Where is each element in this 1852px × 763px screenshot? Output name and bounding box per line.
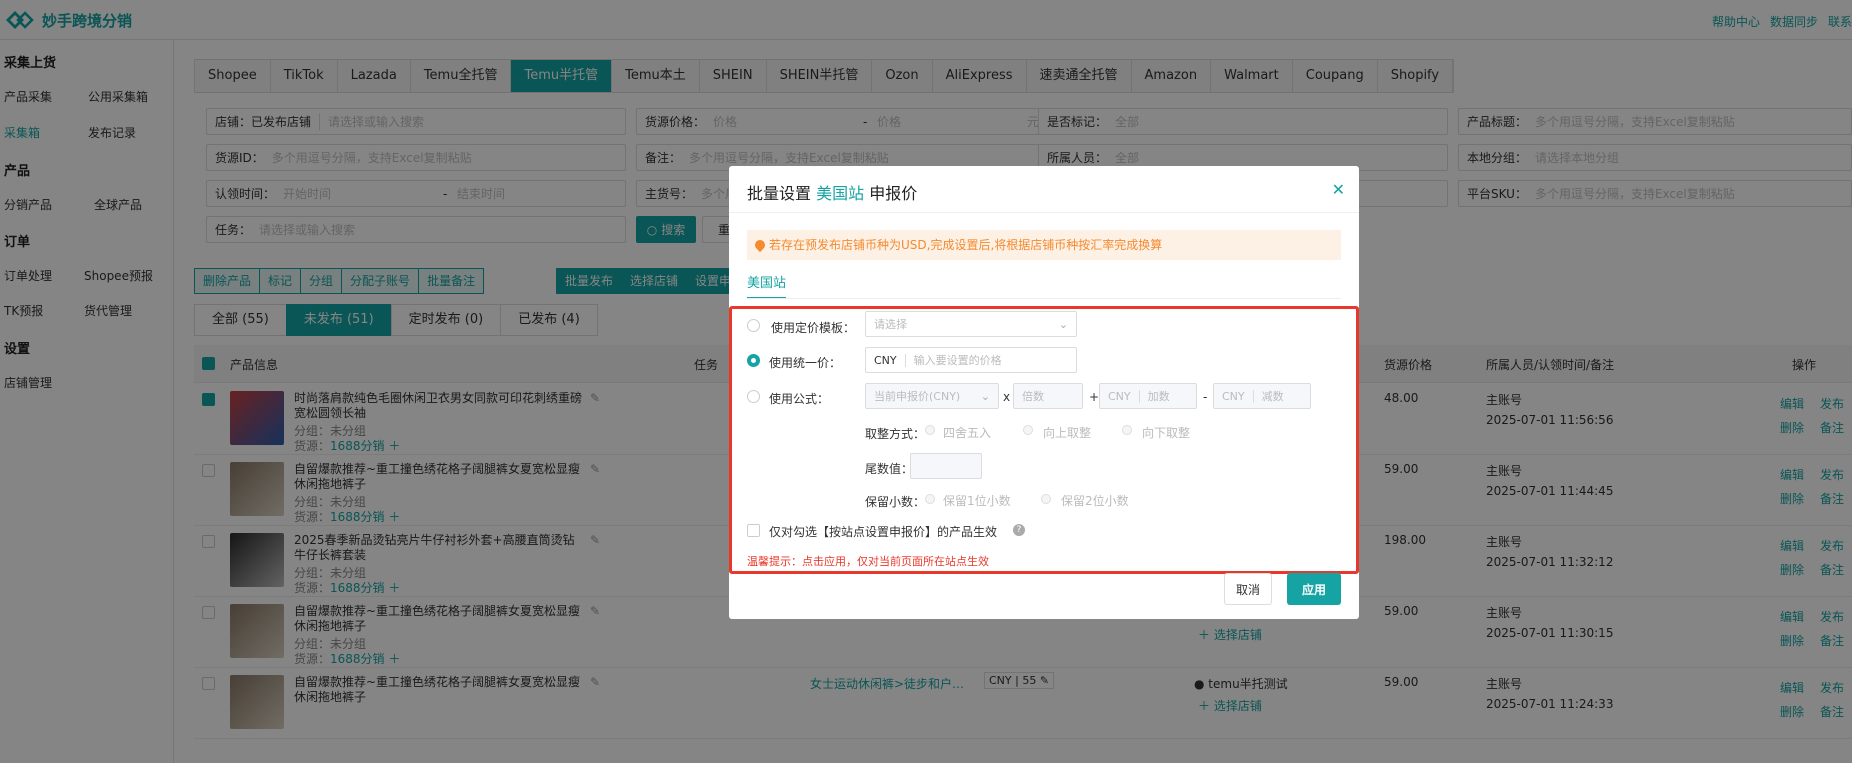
unified-price-radio[interactable] [747,354,760,367]
site-only-checkbox[interactable] [747,524,760,537]
formula-base-select[interactable]: 当前申报价(CNY) ⌄ [865,383,999,409]
warning-tip: 温馨提示：点击应用，仅对当前页面所在站点生效 [747,555,989,568]
template-radio[interactable] [747,319,760,332]
round-down-radio[interactable] [1122,425,1132,435]
formula-times-sign: x [1003,390,1011,404]
round-label: 取整方式： [865,427,926,441]
help-icon[interactable]: ? [1013,524,1025,536]
modal-divider [729,212,1359,213]
currency-notice: 若存在预发布店铺币种为USD,完成设置后,将根据店铺币种按汇率完成换算 [747,230,1341,260]
formula-sub-input[interactable]: CNY 减数 [1213,383,1311,409]
modal-tab-divider [747,298,1341,299]
cancel-button[interactable]: 取消 [1224,573,1272,605]
round-down-label: 向下取整 [1142,426,1191,440]
formula-add-input[interactable]: CNY 加数 [1099,383,1197,409]
decimal-1-radio[interactable] [925,494,935,504]
apply-button[interactable]: 应用 [1287,573,1341,605]
decimal-2-label: 保留2位小数 [1061,494,1129,508]
close-icon[interactable]: ✕ [1332,180,1345,199]
decimal-1-label: 保留1位小数 [943,494,1011,508]
unified-price-label: 使用统一价： [769,356,842,370]
chevron-down-icon: ⌄ [1058,317,1068,331]
formula-multiplier-input[interactable]: 倍数 [1013,383,1083,409]
template-label: 使用定价模板： [771,321,856,335]
round-half-label: 四舍五入 [943,426,992,440]
site-only-label: 仅对勾选【按站点设置申报价】的产品生效 [769,525,998,539]
decimal-label: 保留小数： [865,495,926,509]
decimal-2-radio[interactable] [1041,494,1051,504]
round-up-radio[interactable] [1023,425,1033,435]
unified-price-input[interactable]: CNY 输入要设置的价格 [865,347,1077,373]
batch-price-modal: 批量设置 美国站 申报价 ✕ 若存在预发布店铺币种为USD,完成设置后,将根据店… [729,166,1359,619]
formula-radio[interactable] [747,390,760,403]
modal-tab-us-site[interactable]: 美国站 [747,272,787,299]
location-pin-icon [752,237,768,253]
modal-title: 批量设置 美国站 申报价 [747,184,918,203]
chevron-down-icon: ⌄ [980,389,990,403]
tail-label: 尾数值： [865,462,914,476]
tail-input[interactable] [910,453,982,479]
formula-minus-sign: - [1203,390,1208,404]
round-up-label: 向上取整 [1043,426,1092,440]
formula-plus-sign: + [1089,390,1100,404]
formula-label: 使用公式： [769,392,830,406]
template-select[interactable]: 请选择 ⌄ [865,311,1077,337]
round-half-radio[interactable] [925,425,935,435]
